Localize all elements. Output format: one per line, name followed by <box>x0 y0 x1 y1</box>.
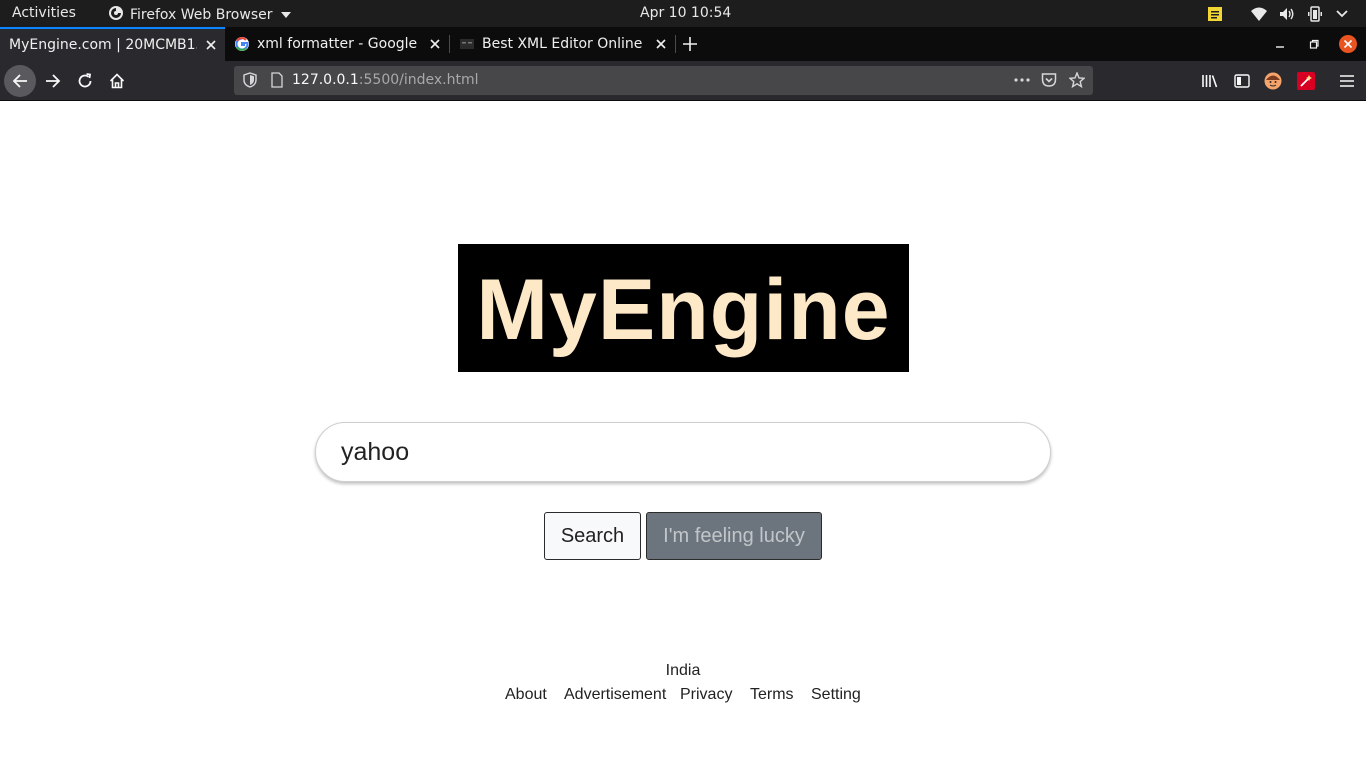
pocket-icon[interactable] <box>1041 72 1057 88</box>
minimize-icon <box>1276 46 1284 48</box>
power-icon[interactable] <box>1332 9 1352 18</box>
volume-icon[interactable] <box>1278 7 1296 21</box>
extension-button[interactable] <box>1290 65 1322 97</box>
close-window-button[interactable] <box>1337 27 1359 61</box>
restore-button[interactable] <box>1304 27 1324 61</box>
chevron-down-icon <box>280 12 291 18</box>
footer-link-setting[interactable]: Setting <box>811 686 861 704</box>
search-button[interactable]: Search <box>544 512 641 560</box>
home-icon <box>109 73 125 89</box>
app-menu-label: Firefox Web Browser <box>130 7 273 23</box>
back-button[interactable] <box>4 65 36 97</box>
notes-icon[interactable] <box>1206 6 1224 21</box>
footer-link-about[interactable]: About <box>505 686 547 704</box>
url-host: 127.0.0.1 <box>292 72 359 88</box>
search-input[interactable] <box>315 422 1051 482</box>
new-tab-button[interactable] <box>680 34 700 54</box>
battery-icon[interactable] <box>1306 5 1324 22</box>
close-tab-icon[interactable] <box>653 36 669 52</box>
tab-xml-editor[interactable]: Best XML Editor Online <box>450 27 675 61</box>
restore-icon <box>1309 39 1319 49</box>
url-bar[interactable]: 127.0.0.1:5500/index.html <box>234 66 1093 95</box>
library-icon <box>1202 75 1218 88</box>
footer-link-advertisement[interactable]: Advertisement <box>564 686 666 704</box>
reload-button[interactable] <box>69 65 101 97</box>
tab-strip: MyEngine.com | 20MCMB15 xml formatter - … <box>0 27 1366 61</box>
clock[interactable]: Apr 10 10:54 <box>640 5 731 21</box>
sidebar-button[interactable] <box>1226 65 1258 97</box>
firefox-icon <box>108 5 124 25</box>
wifi-icon[interactable] <box>1250 7 1268 21</box>
arrow-left-icon <box>12 74 27 88</box>
minimize-button[interactable] <box>1270 27 1290 61</box>
feeling-lucky-button[interactable]: I'm feeling lucky <box>646 512 822 560</box>
hamburger-menu-icon <box>1340 75 1354 87</box>
avatar-icon <box>1264 72 1282 90</box>
tab-title: MyEngine.com | 20MCMB15 <box>9 37 197 53</box>
url-path: :5500/index.html <box>358 72 479 88</box>
app-menu[interactable]: Firefox Web Browser <box>108 5 291 25</box>
tab-title: Best XML Editor Online <box>482 36 643 52</box>
page-actions-icon[interactable] <box>1013 72 1031 88</box>
home-button[interactable] <box>101 65 133 97</box>
footer-link-terms[interactable]: Terms <box>750 686 794 704</box>
extension-icon <box>1297 72 1315 90</box>
account-button[interactable] <box>1257 65 1289 97</box>
myengine-logo: MyEngine <box>458 244 909 372</box>
tab-title: xml formatter - Google S <box>257 36 421 52</box>
library-button[interactable] <box>1194 65 1226 97</box>
page-icon[interactable] <box>269 72 285 88</box>
reload-icon <box>78 73 92 88</box>
forward-button[interactable] <box>37 65 69 97</box>
tab-myengine[interactable]: MyEngine.com | 20MCMB15 <box>0 27 225 61</box>
system-top-bar: Activities Firefox Web Browser Apr 10 10… <box>0 0 1366 27</box>
close-tab-icon[interactable] <box>203 37 219 53</box>
tab-separator <box>675 35 676 53</box>
bookmark-star-icon[interactable] <box>1069 72 1085 88</box>
url-text[interactable]: 127.0.0.1:5500/index.html <box>292 72 479 88</box>
plus-icon <box>683 37 697 51</box>
footer-link-privacy[interactable]: Privacy <box>680 686 732 704</box>
country-label: India <box>665 662 701 679</box>
close-tab-icon[interactable] <box>427 36 443 52</box>
jsonformatter-icon <box>459 36 475 52</box>
logo-text: MyEngine <box>476 262 891 358</box>
activities-button[interactable]: Activities <box>12 5 76 21</box>
close-icon <box>1339 35 1357 53</box>
shield-icon[interactable] <box>242 72 258 88</box>
navigation-toolbar: 127.0.0.1:5500/index.html <box>0 61 1366 101</box>
arrow-right-icon <box>46 74 61 88</box>
google-icon <box>234 36 250 52</box>
tab-google[interactable]: xml formatter - Google S <box>225 27 449 61</box>
sidebar-icon <box>1234 74 1250 88</box>
system-tray[interactable] <box>1206 0 1366 27</box>
app-menu-button[interactable] <box>1331 65 1363 97</box>
